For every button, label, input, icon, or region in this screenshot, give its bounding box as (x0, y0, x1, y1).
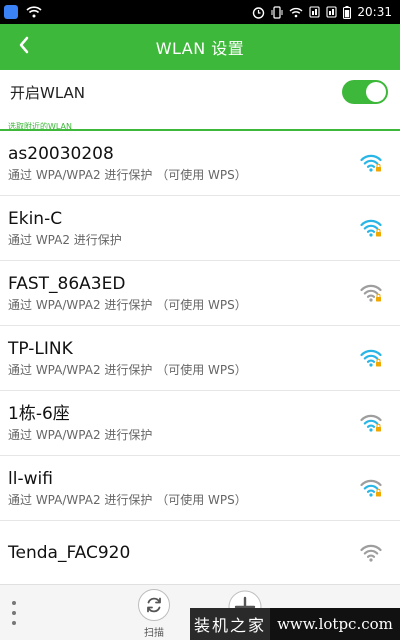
network-item-ll-wifi[interactable]: ll-wifi 通过 WPA/WPA2 进行保护 （可使用 WPS） (0, 456, 400, 521)
wifi-locked-strong-icon (360, 153, 382, 173)
network-item-1-6[interactable]: 1栋-6座 通过 WPA/WPA2 进行保护 (0, 391, 400, 456)
network-security: 通过 WPA/WPA2 进行保护 (8, 427, 153, 442)
wifi-status-icon (26, 6, 42, 18)
network-name: TP-LINK (8, 338, 73, 359)
app-notification-icon (4, 5, 18, 19)
network-text: 1栋-6座 通过 WPA/WPA2 进行保护 (8, 403, 152, 444)
network-item-tenda-fac920[interactable]: Tenda_FAC920 (0, 521, 400, 586)
network-item-ekin-c[interactable]: Ekin-C 通过 WPA2 进行保护 (0, 196, 400, 261)
wifi-locked-medium-icon (360, 478, 382, 498)
section-label: 选取附近的WLAN (8, 122, 73, 131)
network-name: Ekin-C (8, 208, 63, 229)
refresh-icon (138, 589, 170, 621)
network-name: FAST_86A3ED (8, 273, 126, 294)
network-text: TP-LINK 通过 WPA/WPA2 进行保护 （可使用 WPS） (8, 338, 247, 379)
wlan-toggle-row: 开启WLAN (0, 70, 400, 114)
status-bar: 20:31 (0, 0, 400, 24)
network-item-tp-link[interactable]: TP-LINK 通过 WPA/WPA2 进行保护 （可使用 WPS） (0, 326, 400, 391)
network-text: Tenda_FAC920 (8, 542, 130, 564)
network-name: 1栋-6座 (8, 403, 70, 424)
network-list: as20030208 通过 WPA/WPA2 进行保护 （可使用 WPS） Ek… (0, 131, 400, 586)
vibrate-icon (271, 5, 283, 19)
network-text: ll-wifi 通过 WPA/WPA2 进行保护 （可使用 WPS） (8, 468, 247, 509)
wifi-locked-weak-icon (360, 283, 382, 303)
wifi-locked-medium-icon (360, 413, 382, 433)
watermark: 装机之家 www.lotpc.com (190, 608, 400, 640)
network-item-as20030208[interactable]: as20030208 通过 WPA/WPA2 进行保护 （可使用 WPS） (0, 131, 400, 196)
network-text: as20030208 通过 WPA/WPA2 进行保护 （可使用 WPS） (8, 143, 247, 184)
network-text: FAST_86A3ED 通过 WPA/WPA2 进行保护 （可使用 WPS） (8, 273, 247, 314)
network-text: Ekin-C 通过 WPA2 进行保护 (8, 208, 122, 249)
chevron-left-icon (18, 36, 30, 58)
network-name: Tenda_FAC920 (8, 543, 131, 563)
more-dot (12, 611, 16, 615)
network-security: 通过 WPA/WPA2 进行保护 （可使用 WPS） (8, 492, 247, 507)
watermark-logo: 装机之家 (190, 608, 270, 640)
title-bar: WLAN 设置 (0, 24, 400, 70)
network-security: 通过 WPA2 进行保护 (8, 232, 122, 247)
scan-label: 扫描 (144, 628, 164, 639)
network-security: 通过 WPA/WPA2 进行保护 （可使用 WPS） (8, 297, 247, 312)
more-dot (12, 621, 16, 625)
scan-button[interactable]: 扫描 (134, 589, 174, 639)
wifi-signal-icon (289, 7, 303, 18)
wifi-locked-strong-icon (360, 218, 382, 238)
network-security: 通过 WPA/WPA2 进行保护 （可使用 WPS） (8, 362, 247, 377)
status-right: 20:31 (252, 5, 392, 19)
network-name: ll-wifi (8, 468, 53, 489)
wlan-toggle-label: 开启WLAN (10, 83, 86, 102)
network-name: as20030208 (8, 143, 114, 164)
alarm-icon (252, 6, 265, 19)
wifi-open-weak-icon (360, 543, 382, 563)
sim-signal-icon-1 (309, 6, 320, 18)
status-left (4, 5, 42, 19)
network-security: 通过 WPA/WPA2 进行保护 （可使用 WPS） (8, 167, 247, 182)
more-options-button[interactable] (8, 601, 20, 625)
page-title: WLAN 设置 (155, 39, 245, 58)
more-dot (12, 601, 16, 605)
wlan-toggle-switch[interactable] (342, 80, 388, 104)
section-header: 选取附近的WLAN (0, 114, 400, 131)
sim-signal-icon-2 (326, 6, 337, 18)
back-button[interactable] (8, 30, 40, 64)
battery-icon (343, 5, 352, 19)
network-item-fast-86a3ed[interactable]: FAST_86A3ED 通过 WPA/WPA2 进行保护 （可使用 WPS） (0, 261, 400, 326)
clock-time: 20:31 (357, 5, 392, 19)
wifi-locked-strong-icon (360, 348, 382, 368)
watermark-url: www.lotpc.com (270, 608, 400, 640)
toggle-knob (366, 82, 386, 102)
